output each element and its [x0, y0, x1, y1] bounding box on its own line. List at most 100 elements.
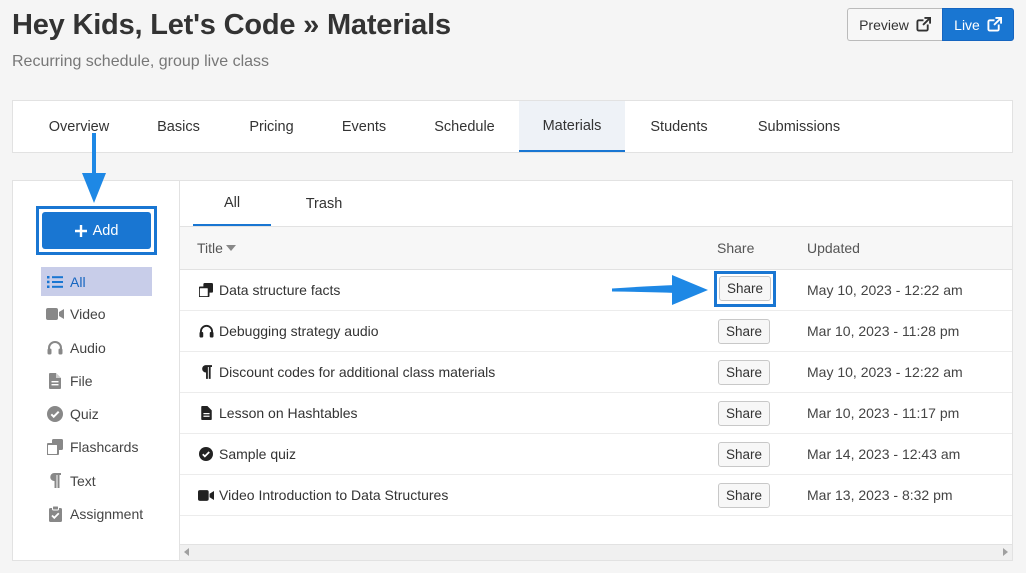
- add-button-highlight: Add: [36, 206, 157, 255]
- tab-overview[interactable]: Overview: [26, 101, 132, 152]
- subtab-label: All: [223, 194, 241, 211]
- filter-label: Flashcards: [70, 438, 139, 455]
- filter-quiz[interactable]: Quiz: [41, 399, 152, 428]
- table-row[interactable]: Data structure facts Share May 10, 2023 …: [180, 270, 1012, 311]
- preview-button-label: Preview: [859, 16, 909, 33]
- headphones-icon: [46, 340, 64, 356]
- check-circle-icon: [46, 405, 64, 422]
- course-tabs: Overview Basics Pricing Events Schedule …: [12, 100, 1013, 153]
- subtab-label: Trash: [305, 195, 343, 212]
- filter-label: Assignment: [70, 505, 144, 522]
- tab-label: Overview: [48, 118, 110, 135]
- preview-live-group: Preview Live: [847, 8, 1014, 41]
- subtab-all[interactable]: All: [193, 181, 271, 226]
- row-title: Lesson on Hashtables: [219, 405, 358, 421]
- tab-schedule[interactable]: Schedule: [410, 101, 519, 152]
- tab-label: Pricing: [249, 118, 294, 135]
- paragraph-icon: [198, 364, 214, 380]
- flashcards-icon: [46, 438, 64, 455]
- table-header: Title Share Updated: [180, 227, 1012, 270]
- row-title: Discount codes for additional class mate…: [219, 364, 496, 380]
- tab-materials[interactable]: Materials: [519, 101, 625, 152]
- tab-basics[interactable]: Basics: [132, 101, 225, 152]
- check-circle-icon: [198, 446, 214, 462]
- paragraph-icon: [46, 473, 64, 489]
- filter-assignment[interactable]: Assignment: [41, 499, 152, 528]
- live-button-label: Live: [954, 16, 980, 33]
- scroll-right-icon[interactable]: [1003, 548, 1008, 556]
- row-updated: Mar 14, 2023 - 12:43 am: [807, 446, 961, 462]
- materials-list: All Trash Title Share Updated Data struc…: [180, 181, 1012, 560]
- clipboard-check-icon: [46, 505, 64, 522]
- plus-icon: [74, 224, 87, 237]
- tab-pricing[interactable]: Pricing: [225, 101, 318, 152]
- headphones-icon: [198, 323, 214, 339]
- row-updated: Mar 10, 2023 - 11:28 pm: [807, 323, 960, 339]
- list-icon: [46, 274, 64, 290]
- table-row[interactable]: Debugging strategy audio Share Mar 10, 2…: [180, 311, 1012, 352]
- materials-sidebar: Add All Video Audio File Quiz Flashcards…: [13, 181, 180, 560]
- scroll-left-icon[interactable]: [184, 548, 189, 556]
- external-link-icon: [987, 17, 1002, 32]
- filter-label: Quiz: [70, 405, 99, 422]
- tab-submissions[interactable]: Submissions: [733, 101, 865, 152]
- add-button[interactable]: Add: [42, 212, 151, 249]
- filter-label: Audio: [70, 339, 106, 356]
- subtab-trash[interactable]: Trash: [282, 181, 366, 226]
- row-title: Debugging strategy audio: [219, 323, 379, 339]
- page-title: Hey Kids, Let's Code » Materials: [12, 9, 451, 41]
- filter-label: Video: [70, 305, 106, 322]
- flashcards-icon: [198, 282, 214, 298]
- materials-panel: Add All Video Audio File Quiz Flashcards…: [12, 180, 1013, 561]
- tab-students[interactable]: Students: [625, 101, 733, 152]
- share-button[interactable]: Share: [718, 401, 770, 426]
- file-icon: [46, 372, 64, 389]
- file-icon: [198, 405, 214, 421]
- filter-all[interactable]: All: [41, 267, 152, 296]
- tab-label: Materials: [542, 117, 602, 134]
- horizontal-scrollbar[interactable]: [180, 544, 1012, 560]
- share-button-highlight: Share: [714, 271, 776, 307]
- table-row[interactable]: Video Introduction to Data Structures Sh…: [180, 475, 1012, 516]
- external-link-icon: [916, 17, 931, 32]
- row-updated: Mar 10, 2023 - 11:17 pm: [807, 405, 960, 421]
- column-share-header: Share: [717, 240, 755, 256]
- table-row[interactable]: Discount codes for additional class mate…: [180, 352, 1012, 393]
- filter-audio[interactable]: Audio: [41, 333, 152, 362]
- filter-flashcards[interactable]: Flashcards: [41, 432, 152, 461]
- sort-caret-icon: [225, 245, 236, 251]
- tab-label: Events: [341, 118, 387, 135]
- filter-video[interactable]: Video: [41, 299, 152, 328]
- column-title-header[interactable]: Title: [197, 240, 236, 256]
- filter-label: File: [70, 372, 93, 389]
- column-updated-header: Updated: [807, 240, 860, 256]
- row-title: Video Introduction to Data Structures: [219, 487, 449, 503]
- add-button-label: Add: [92, 222, 119, 239]
- video-icon: [198, 487, 214, 503]
- row-updated: May 10, 2023 - 12:22 am: [807, 282, 963, 298]
- live-button[interactable]: Live: [942, 8, 1014, 41]
- row-updated: May 10, 2023 - 12:22 am: [807, 364, 963, 380]
- video-icon: [46, 306, 64, 322]
- tab-label: Submissions: [757, 118, 841, 135]
- tab-label: Schedule: [434, 118, 495, 135]
- filter-file[interactable]: File: [41, 366, 152, 395]
- share-button[interactable]: Share: [719, 276, 771, 301]
- row-title: Data structure facts: [219, 282, 341, 298]
- share-button[interactable]: Share: [718, 319, 770, 344]
- table-row[interactable]: Sample quiz Share Mar 14, 2023 - 12:43 a…: [180, 434, 1012, 475]
- row-updated: Mar 13, 2023 - 8:32 pm: [807, 487, 953, 503]
- share-button[interactable]: Share: [718, 442, 770, 467]
- filter-text[interactable]: Text: [41, 466, 152, 495]
- share-button[interactable]: Share: [718, 483, 770, 508]
- filter-label: All: [70, 273, 86, 290]
- table-row[interactable]: Lesson on Hashtables Share Mar 10, 2023 …: [180, 393, 1012, 434]
- list-tabs: All Trash: [180, 181, 1012, 227]
- share-button[interactable]: Share: [718, 360, 770, 385]
- column-title-label: Title: [197, 240, 223, 256]
- tab-events[interactable]: Events: [318, 101, 410, 152]
- row-title: Sample quiz: [219, 446, 297, 462]
- filter-label: Text: [70, 472, 96, 489]
- tab-label: Students: [650, 118, 708, 135]
- preview-button[interactable]: Preview: [847, 8, 942, 41]
